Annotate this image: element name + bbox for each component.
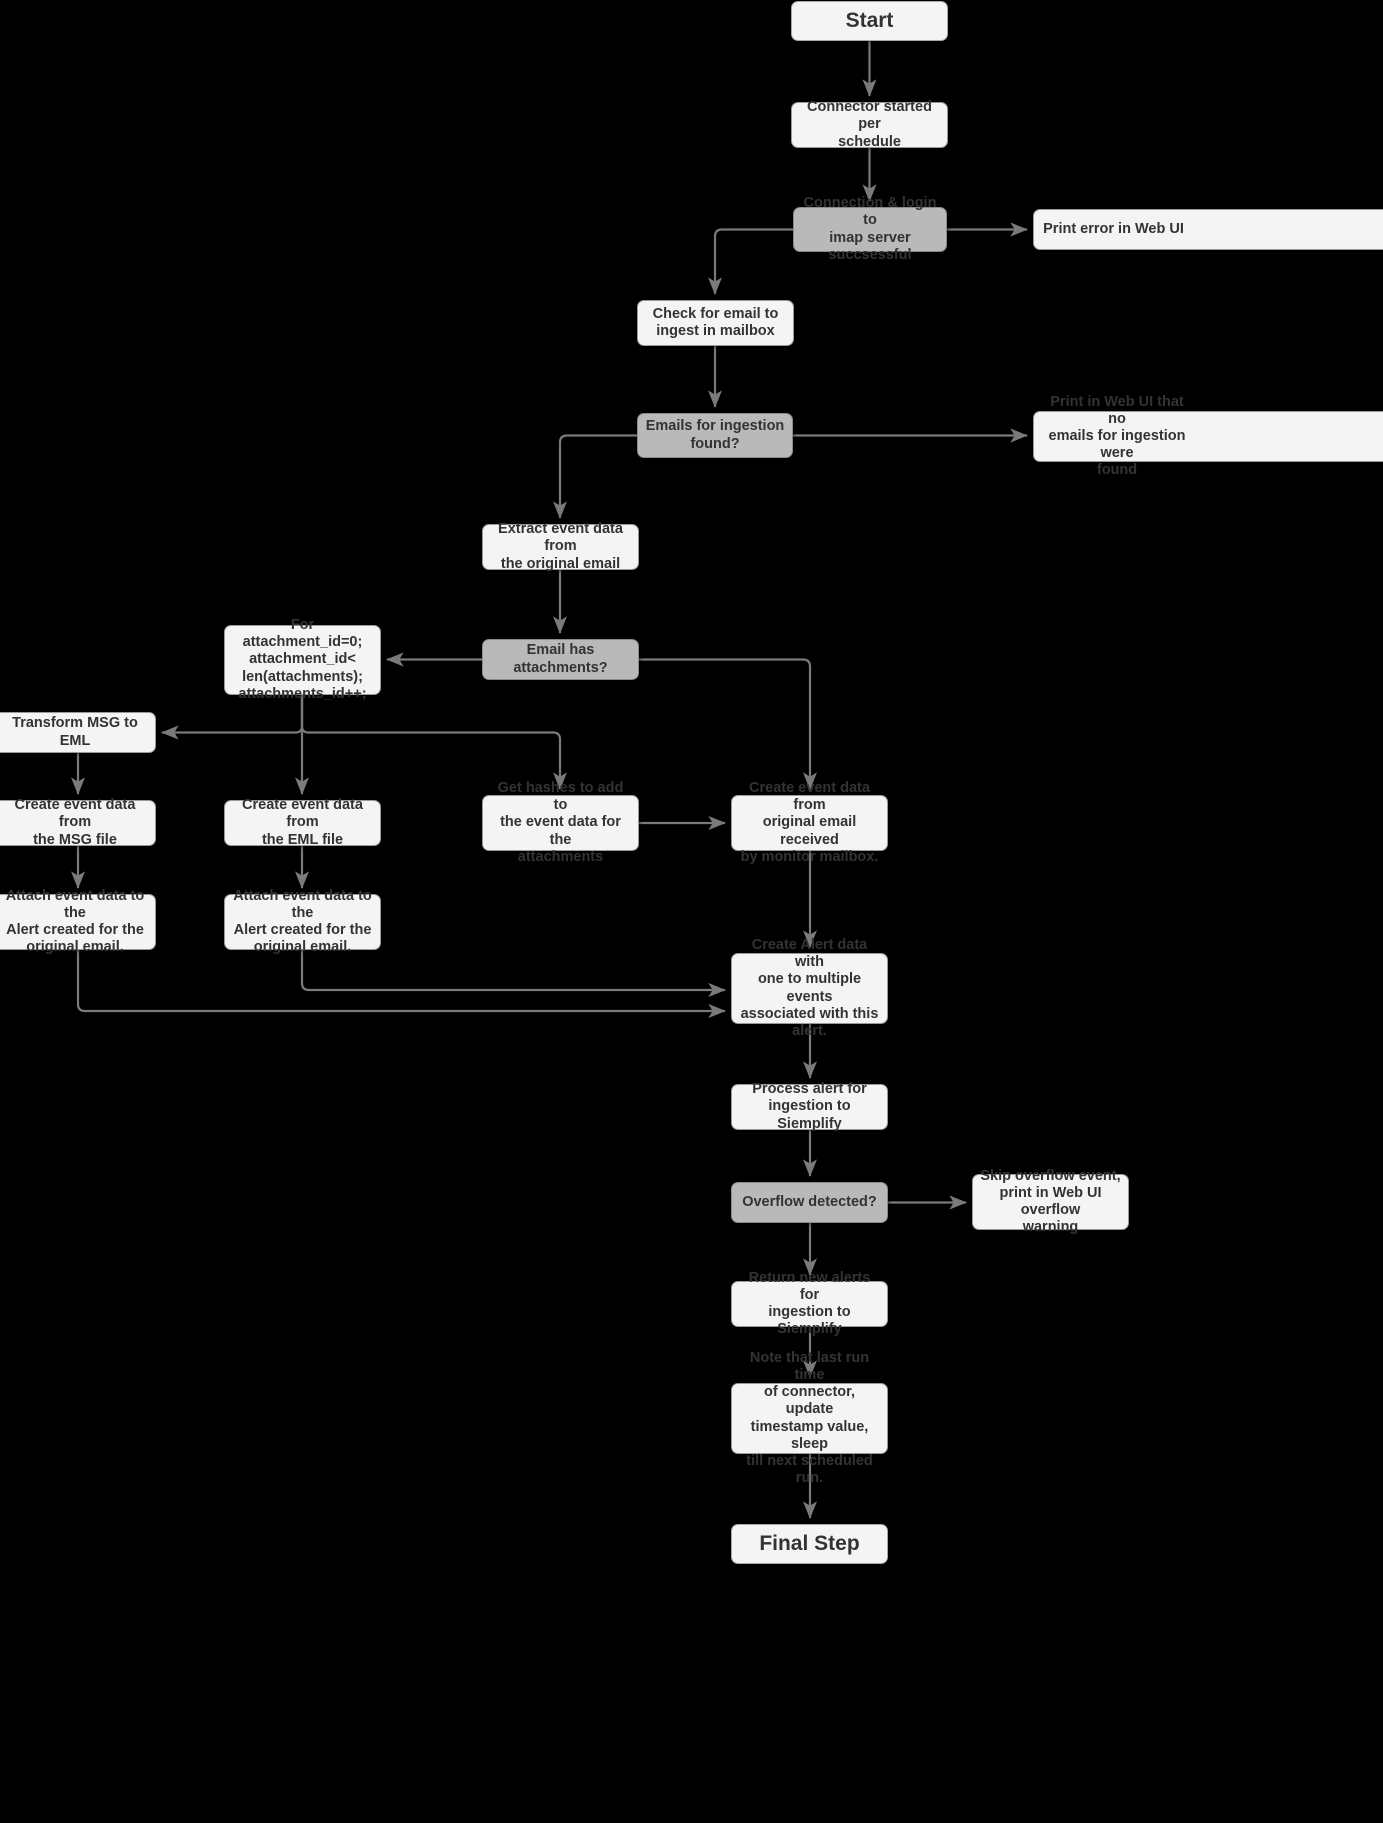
node-print-no-emails[interactable]: Print in Web UI that no emails for inges… bbox=[1033, 394, 1383, 478]
node-get-hashes[interactable]: Get hashes to add to the event data for … bbox=[482, 780, 639, 865]
node-check-email-label: Check for email to ingest in mailbox bbox=[652, 305, 779, 339]
node-extract-event-data[interactable]: Extract event data from the original ema… bbox=[482, 521, 639, 572]
node-create-event-original-label: Create event data from original email re… bbox=[740, 780, 879, 865]
node-create-alert-data[interactable]: Create Alert data with one to multiple e… bbox=[731, 937, 888, 1039]
node-create-event-msg-label: Create event data from the MSG file bbox=[14, 797, 136, 848]
flowchart-canvas: Start Connector started per schedule Con… bbox=[0, 0, 1383, 1823]
node-connector-started-label: Connector started per schedule bbox=[807, 99, 932, 150]
node-note-last-run-label: Note that last run time of connector, up… bbox=[746, 1350, 873, 1486]
node-note-last-run[interactable]: Note that last run time of connector, up… bbox=[731, 1350, 888, 1486]
edge-layer bbox=[70, 41, 1028, 1519]
node-has-attachments[interactable]: Email has attachments? bbox=[482, 639, 639, 680]
node-connector-started[interactable]: Connector started per schedule bbox=[791, 99, 948, 150]
node-process-alert-label: Process alert for ingestion to Siemplify bbox=[752, 1081, 867, 1132]
node-start-label: Start bbox=[845, 8, 894, 32]
node-create-alert-data-label: Create Alert data with one to multiple e… bbox=[740, 937, 879, 1039]
edge-forloop-hashes bbox=[300, 695, 568, 790]
node-skip-overflow[interactable]: Skip overflow event, print in Web UI ove… bbox=[972, 1168, 1129, 1235]
edge-attachmsg-createalert bbox=[76, 950, 726, 1019]
node-connection-login-label: Connection & login to imap server succse… bbox=[803, 195, 937, 263]
node-overflow-detected-label: Overflow detected? bbox=[742, 1193, 877, 1210]
edge-hasattach-origevent bbox=[639, 658, 818, 790]
node-attach-event-msg[interactable]: Attach event data to the Alert created f… bbox=[0, 888, 156, 955]
node-has-attachments-label: Email has attachments? bbox=[513, 642, 608, 676]
node-process-alert[interactable]: Process alert for ingestion to Siemplify bbox=[731, 1081, 888, 1132]
node-transform-msg-eml[interactable]: Transform MSG to EML bbox=[0, 712, 156, 753]
node-emails-found[interactable]: Emails for ingestion found? bbox=[637, 413, 793, 458]
node-print-error-label: Print error in Web UI bbox=[1043, 220, 1184, 237]
node-create-event-original[interactable]: Create event data from original email re… bbox=[731, 780, 888, 865]
edge-emailsfound-extract bbox=[552, 434, 637, 519]
node-return-alerts-label: Return new alerts for ingestion to Siemp… bbox=[748, 1269, 871, 1338]
node-final-step[interactable]: Final Step bbox=[731, 1524, 888, 1564]
node-skip-overflow-label: Skip overflow event, print in Web UI ove… bbox=[980, 1167, 1121, 1236]
node-create-event-eml-label: Create event data from the EML file bbox=[242, 797, 363, 848]
node-print-error[interactable]: Print error in Web UI bbox=[1033, 209, 1383, 250]
node-attach-event-eml-label: Attach event data to the Alert created f… bbox=[233, 887, 372, 956]
node-create-event-eml[interactable]: Create event data from the EML file bbox=[224, 797, 381, 848]
node-create-event-msg[interactable]: Create event data from the MSG file bbox=[0, 797, 156, 848]
node-check-email[interactable]: Check for email to ingest in mailbox bbox=[637, 300, 794, 346]
node-for-loop[interactable]: For attachment_id=0; attachment_id< len(… bbox=[224, 617, 381, 702]
node-overflow-detected[interactable]: Overflow detected? bbox=[731, 1182, 888, 1223]
node-attach-event-eml[interactable]: Attach event data to the Alert created f… bbox=[224, 888, 381, 955]
node-transform-msg-eml-label: Transform MSG to EML bbox=[12, 715, 138, 749]
node-return-alerts[interactable]: Return new alerts for ingestion to Siemp… bbox=[731, 1270, 888, 1337]
node-emails-found-label: Emails for ingestion found? bbox=[645, 418, 785, 452]
node-final-step-label: Final Step bbox=[759, 1531, 860, 1555]
node-get-hashes-label: Get hashes to add to the event data for … bbox=[497, 780, 624, 865]
node-connection-login[interactable]: Connection & login to imap server succse… bbox=[793, 195, 947, 263]
node-start[interactable]: Start bbox=[791, 1, 948, 41]
node-extract-event-data-label: Extract event data from the original ema… bbox=[498, 521, 623, 572]
node-print-no-emails-label: Print in Web UI that no emails for inges… bbox=[1048, 393, 1186, 479]
node-for-loop-label: For attachment_id=0; attachment_id< len(… bbox=[238, 617, 367, 702]
node-attach-event-msg-label: Attach event data to the Alert created f… bbox=[5, 887, 145, 956]
edge-connlogin-checkemail bbox=[707, 228, 793, 295]
